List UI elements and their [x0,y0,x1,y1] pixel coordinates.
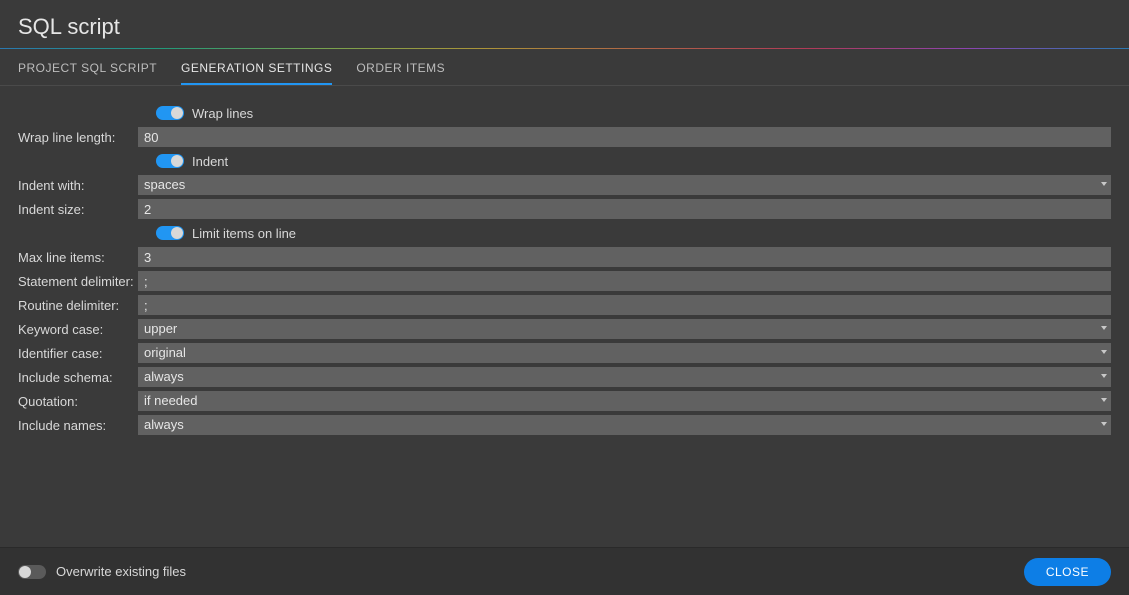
chevron-down-icon [1101,374,1107,378]
indent-toggle-label: Indent [192,154,228,169]
overwrite-files-label: Overwrite existing files [56,564,186,579]
chevron-down-icon [1101,398,1107,402]
dialog-title: SQL script [18,14,1111,40]
include-names-label: Include names: [18,418,138,433]
overwrite-files-toggle[interactable] [18,565,46,579]
indent-with-label: Indent with: [18,178,138,193]
indent-size-label: Indent size: [18,202,138,217]
wrap-lines-label: Wrap lines [192,106,253,121]
statement-delimiter-input[interactable] [138,271,1111,291]
indent-size-input[interactable] [138,199,1111,219]
wrap-line-length-input[interactable] [138,127,1111,147]
include-schema-select[interactable]: always [138,367,1111,387]
keyword-case-select[interactable]: upper [138,319,1111,339]
identifier-case-select[interactable]: original [138,343,1111,363]
identifier-case-label: Identifier case: [18,346,138,361]
routine-delimiter-input[interactable] [138,295,1111,315]
include-names-select[interactable]: always [138,415,1111,435]
wrap-line-length-label: Wrap line length: [18,130,138,145]
routine-delimiter-label: Routine delimiter: [18,298,138,313]
tab-order-items[interactable]: ORDER ITEMS [356,51,445,85]
quotation-label: Quotation: [18,394,138,409]
statement-delimiter-label: Statement delimiter: [18,274,138,289]
accent-divider [0,48,1129,49]
tab-project-sql-script[interactable]: PROJECT SQL SCRIPT [18,51,157,85]
close-button[interactable]: CLOSE [1024,558,1111,586]
dialog-header: SQL script [0,0,1129,48]
limit-items-label: Limit items on line [192,226,296,241]
chevron-down-icon [1101,422,1107,426]
chevron-down-icon [1101,326,1107,330]
max-line-items-label: Max line items: [18,250,138,265]
indent-with-select[interactable]: spaces [138,175,1111,195]
chevron-down-icon [1101,182,1107,186]
wrap-lines-toggle[interactable] [156,106,184,120]
limit-items-toggle[interactable] [156,226,184,240]
include-schema-label: Include schema: [18,370,138,385]
tab-generation-settings[interactable]: GENERATION SETTINGS [181,51,332,85]
max-line-items-input[interactable] [138,247,1111,267]
dialog-footer: Overwrite existing files CLOSE [0,547,1129,595]
settings-panel: Wrap lines Wrap line length: Indent Inde… [0,86,1129,547]
keyword-case-label: Keyword case: [18,322,138,337]
tab-bar: PROJECT SQL SCRIPT GENERATION SETTINGS O… [0,51,1129,86]
chevron-down-icon [1101,350,1107,354]
quotation-select[interactable]: if needed [138,391,1111,411]
indent-toggle[interactable] [156,154,184,168]
